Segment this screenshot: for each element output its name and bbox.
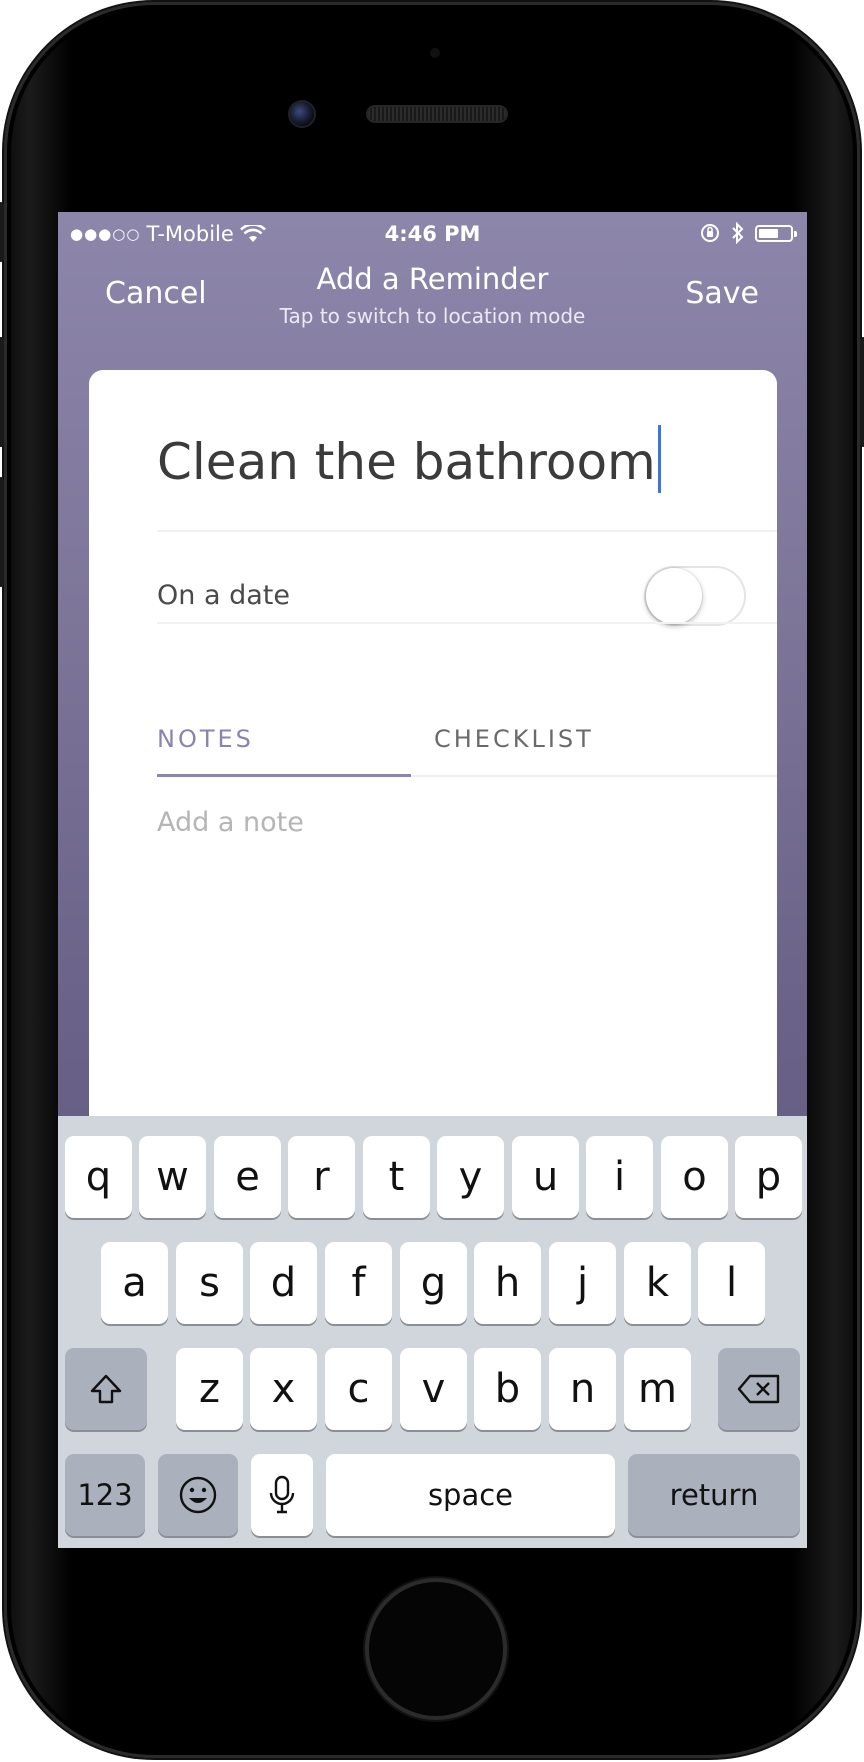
key-u[interactable]: u xyxy=(512,1136,579,1218)
tab-checklist[interactable]: CHECKLIST xyxy=(434,725,594,753)
tab-notes[interactable]: NOTES xyxy=(157,725,254,753)
key-i[interactable]: i xyxy=(586,1136,653,1218)
reminder-title-text: Clean the bathroom xyxy=(157,433,656,491)
key-r[interactable]: r xyxy=(288,1136,355,1218)
key-c[interactable]: c xyxy=(325,1348,392,1430)
proximity-sensor xyxy=(430,48,440,58)
clock: 4:46 PM xyxy=(384,222,481,246)
return-key[interactable]: return xyxy=(628,1454,800,1536)
status-bar: ●●●○○ T-Mobile 4:46 PM xyxy=(58,212,807,252)
key-w[interactable]: w xyxy=(139,1136,206,1218)
divider xyxy=(157,622,777,624)
active-tab-indicator xyxy=(157,774,411,777)
backspace-icon xyxy=(737,1374,780,1404)
space-key[interactable]: space xyxy=(326,1454,615,1536)
key-a[interactable]: a xyxy=(101,1242,168,1324)
divider xyxy=(157,530,777,532)
dictation-key[interactable] xyxy=(251,1454,313,1536)
key-o[interactable]: o xyxy=(661,1136,728,1218)
key-b[interactable]: b xyxy=(474,1348,541,1430)
shift-key[interactable] xyxy=(65,1348,147,1430)
key-l[interactable]: l xyxy=(698,1242,765,1324)
earpiece-speaker xyxy=(368,107,506,121)
key-d[interactable]: d xyxy=(250,1242,317,1324)
battery-icon xyxy=(755,224,797,242)
key-t[interactable]: t xyxy=(363,1136,430,1218)
ringer-switch xyxy=(0,202,4,262)
home-button[interactable] xyxy=(369,1582,503,1716)
delete-key[interactable] xyxy=(718,1348,800,1430)
emoji-icon xyxy=(179,1476,217,1514)
key-y[interactable]: y xyxy=(437,1136,504,1218)
emoji-key[interactable] xyxy=(158,1454,238,1536)
key-h[interactable]: h xyxy=(474,1242,541,1324)
save-button[interactable]: Save xyxy=(685,276,759,311)
key-q[interactable]: q xyxy=(65,1136,132,1218)
key-v[interactable]: v xyxy=(400,1348,467,1430)
key-x[interactable]: x xyxy=(250,1348,317,1430)
power-button xyxy=(860,337,864,447)
microphone-icon xyxy=(269,1475,295,1514)
front-camera xyxy=(290,102,314,126)
key-n[interactable]: n xyxy=(549,1348,616,1430)
key-f[interactable]: f xyxy=(325,1242,392,1324)
on-date-toggle[interactable] xyxy=(644,566,746,626)
toggle-knob xyxy=(646,568,702,624)
app-screen: ●●●○○ T-Mobile 4:46 PM Cancel Add a Remi… xyxy=(58,212,807,1548)
shift-icon xyxy=(90,1374,122,1404)
volume-up-button xyxy=(0,337,4,447)
key-e[interactable]: e xyxy=(214,1136,281,1218)
numbers-key[interactable]: 123 xyxy=(65,1454,145,1536)
key-s[interactable]: s xyxy=(176,1242,243,1324)
volume-down-button xyxy=(0,477,4,587)
key-j[interactable]: j xyxy=(549,1242,616,1324)
bluetooth-icon xyxy=(732,222,744,244)
key-z[interactable]: z xyxy=(176,1348,243,1430)
key-k[interactable]: k xyxy=(624,1242,691,1324)
text-caret xyxy=(657,425,661,493)
orientation-lock-icon xyxy=(701,224,719,242)
key-m[interactable]: m xyxy=(624,1348,691,1430)
navigation-bar: Cancel Add a Reminder Tap to switch to l… xyxy=(58,252,807,332)
key-g[interactable]: g xyxy=(400,1242,467,1324)
key-p[interactable]: p xyxy=(735,1136,802,1218)
note-input[interactable]: Add a note xyxy=(157,807,304,838)
reminder-title-input[interactable]: Clean the bathroom xyxy=(157,425,661,493)
on-date-label: On a date xyxy=(157,580,290,611)
keyboard: q w e r t y u i o p a s d f g h j k l z … xyxy=(58,1116,807,1548)
